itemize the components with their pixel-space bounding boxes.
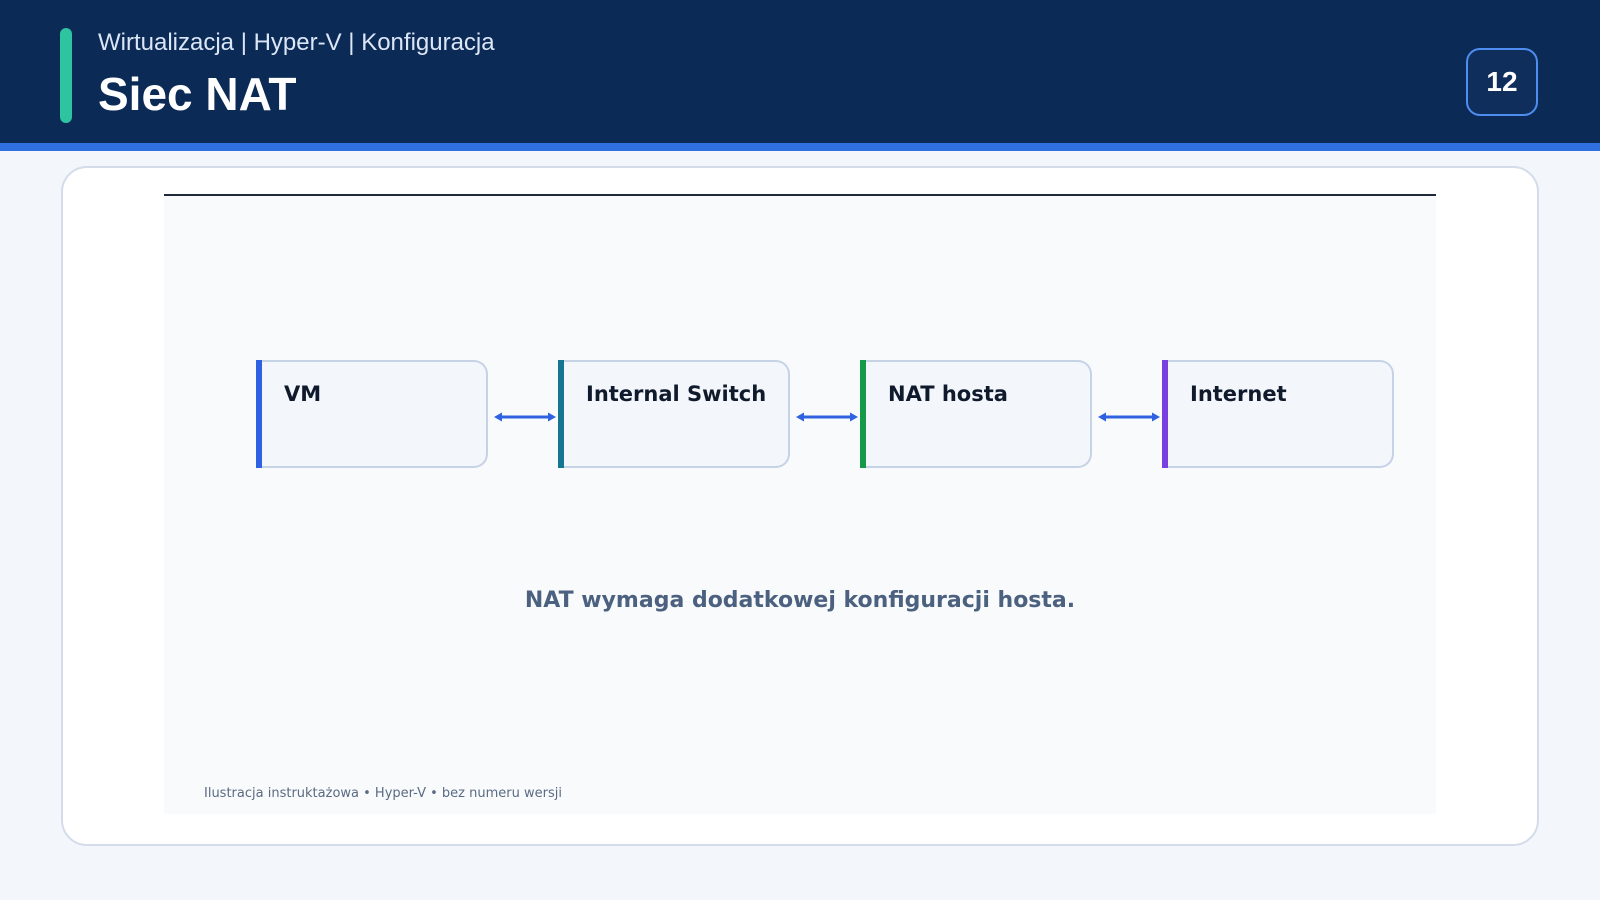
- diagram-node-vm: VM: [256, 360, 488, 468]
- node-label: Internal Switch: [586, 382, 767, 406]
- bidirectional-arrow-icon: [796, 412, 858, 422]
- bidirectional-arrow-icon: [1098, 412, 1160, 422]
- diagram-node-nat-hosta: NAT hosta: [860, 360, 1092, 468]
- node-accent-bar: [1162, 360, 1168, 468]
- node-label: VM: [284, 382, 322, 406]
- footnote: Ilustracja instruktażowa • Hyper-V • bez…: [204, 786, 562, 801]
- diagram-node-internet: Internet: [1162, 360, 1394, 468]
- diagram-canvas: VM Internal Switch NAT hosta Internet NA…: [164, 194, 1436, 814]
- diagram-note: NAT wymaga dodatkowej konfiguracji hosta…: [524, 588, 1076, 613]
- slide-header: Wirtualizacja | Hyper-V | Konfiguracja S…: [0, 0, 1600, 143]
- node-label: Internet: [1190, 382, 1287, 406]
- page-title: Siec NAT: [98, 68, 297, 120]
- header-accent-bar: [60, 28, 72, 123]
- node-label: NAT hosta: [888, 382, 1008, 406]
- diagram-node-internal-switch: Internal Switch: [558, 360, 790, 468]
- header-stripe: [0, 143, 1600, 151]
- breadcrumb: Wirtualizacja | Hyper-V | Konfiguracja: [98, 29, 495, 56]
- node-accent-bar: [256, 360, 262, 468]
- node-accent-bar: [558, 360, 564, 468]
- bidirectional-arrow-icon: [494, 412, 556, 422]
- page-number-badge: 12: [1466, 48, 1538, 116]
- node-accent-bar: [860, 360, 866, 468]
